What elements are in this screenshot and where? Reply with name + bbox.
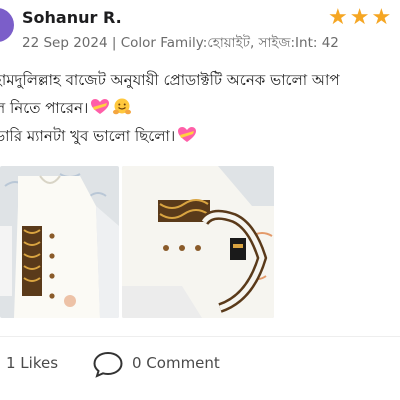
review-line-2: ল নিতে পারেন।	[0, 94, 400, 122]
review-card: Sohanur R. ★ ★ ★ 22 Sep 2024 | Color Fam…	[0, 0, 400, 400]
review-line-3: ভারি ম্যানটা খুব ভালো ছিলো।	[0, 122, 400, 150]
heart-ribbon-icon	[177, 126, 197, 144]
review-meta: 22 Sep 2024 | Color Family:হোয়াইট, সাইজ…	[22, 32, 339, 55]
star-icon: ★	[328, 5, 348, 30]
review-line-text: হামদুলিল্লাহ বাজেট অনুযায়ী প্রোডাক্টটি …	[0, 71, 340, 89]
reviewer-name[interactable]: Sohanur R.	[22, 8, 122, 27]
meta-separator: |	[111, 35, 121, 51]
comment-icon[interactable]	[92, 350, 124, 378]
review-line-text: ল নিতে পারেন।	[0, 99, 89, 117]
review-line-1: হামদুলিল্লাহ বাজেট অনুযায়ী প্রোডাক্টটি …	[0, 66, 400, 94]
avatar[interactable]	[0, 8, 14, 42]
hugging-face-icon	[112, 98, 132, 116]
variant-info: Color Family:হোয়াইট, সাইজ:Int: 42	[120, 35, 339, 51]
rating-stars: ★ ★ ★	[328, 6, 391, 30]
comment-count[interactable]: 0 Comment	[132, 354, 220, 372]
review-photo-2[interactable]	[122, 166, 274, 318]
star-icon: ★	[349, 5, 370, 30]
review-photo-1[interactable]	[0, 166, 119, 318]
likes-button[interactable]: 1 Likes	[6, 354, 58, 372]
review-line-text: ভারি ম্যানটা খুব ভালো ছিলো।	[0, 127, 176, 145]
divider	[0, 336, 400, 337]
review-date: 22 Sep 2024	[22, 35, 108, 51]
star-icon: ★	[371, 5, 392, 30]
review-actions: 1 Likes 0 Comment	[0, 338, 400, 388]
review-text: হামদুলিল্লাহ বাজেট অনুযায়ী প্রোডাক্টটি …	[0, 66, 400, 150]
heart-ribbon-icon	[90, 98, 110, 116]
